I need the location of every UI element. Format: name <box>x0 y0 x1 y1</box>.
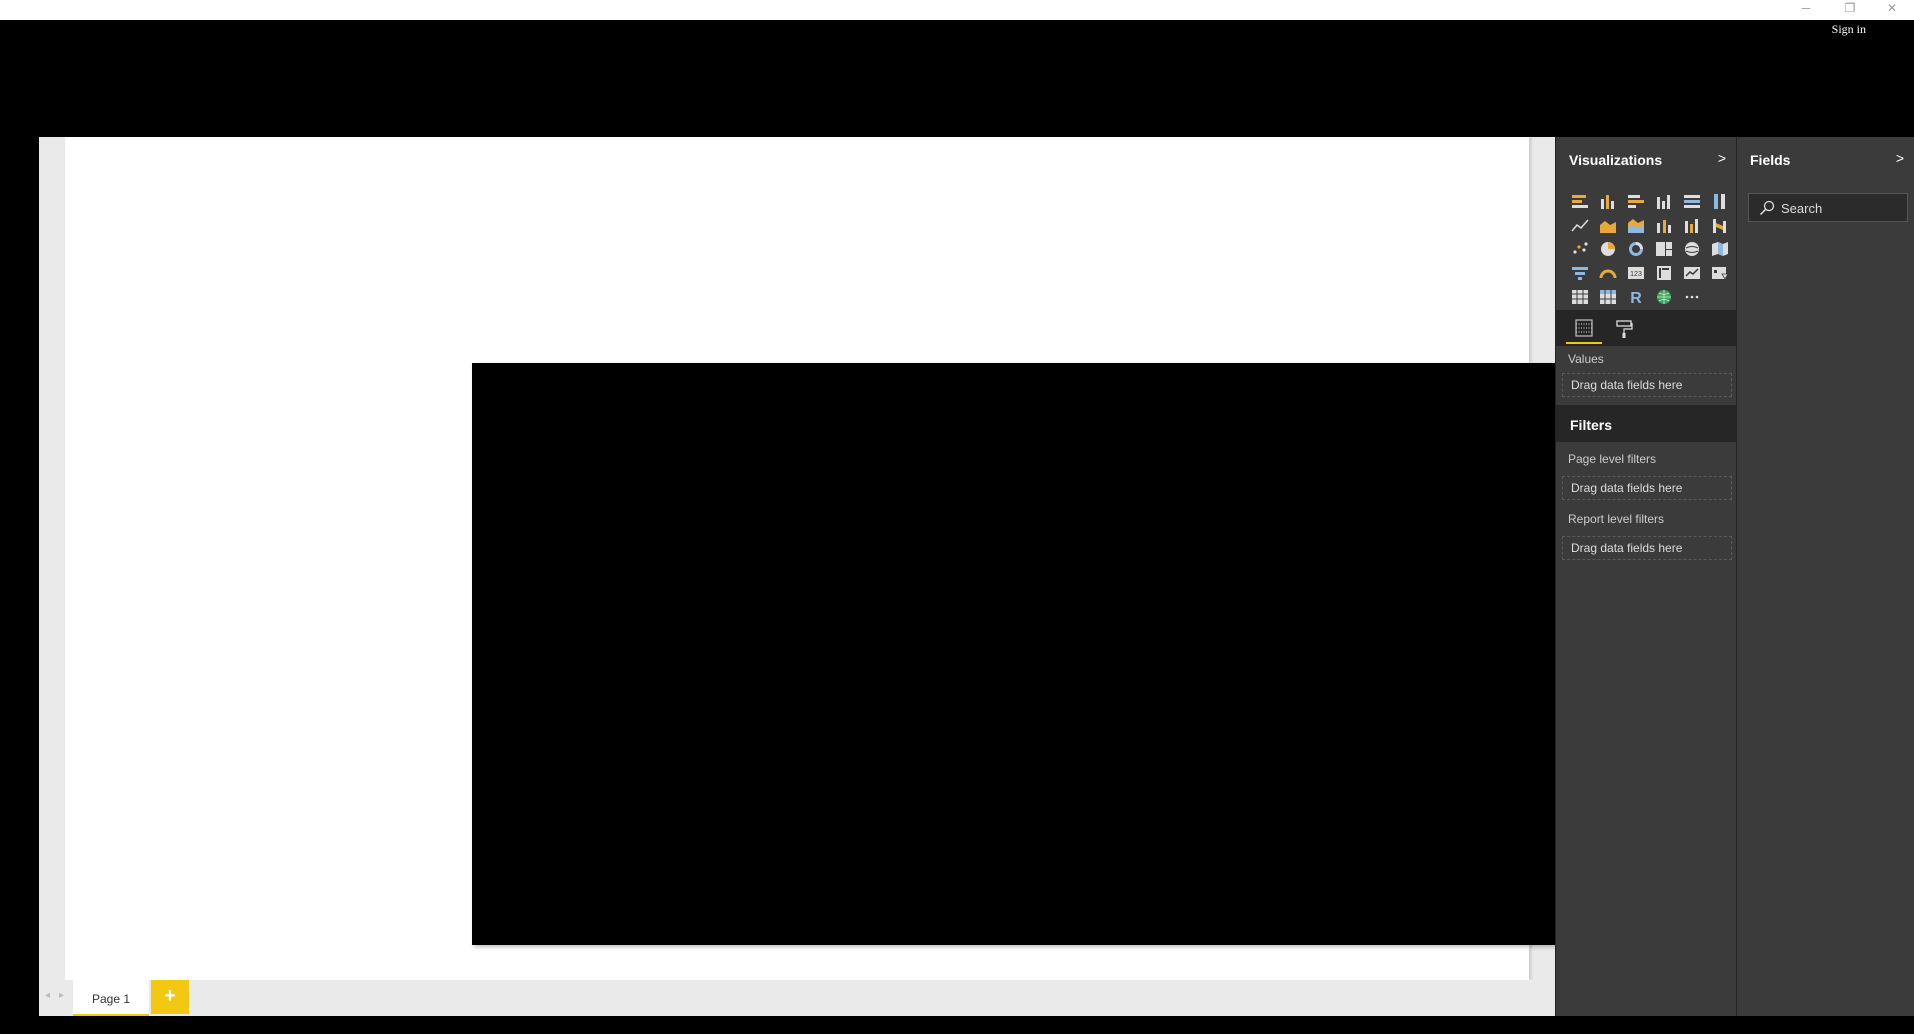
funnel-icon[interactable] <box>1566 261 1594 285</box>
globe-icon[interactable] <box>1650 285 1678 309</box>
svg-text:R: R <box>1630 290 1642 306</box>
100-stacked-column-chart-icon[interactable] <box>1706 189 1734 213</box>
visualizations-pane: Visualizations > 123 R Values Drag data … <box>1555 137 1736 1016</box>
ribbon-chart-icon[interactable] <box>1706 213 1734 237</box>
scatter-chart-icon[interactable] <box>1566 237 1594 261</box>
donut-chart-icon[interactable] <box>1622 237 1650 261</box>
filters-title: Filters <box>1570 417 1613 433</box>
stacked-area-chart-icon[interactable] <box>1622 213 1650 237</box>
fields-pane: Fields > <box>1736 137 1914 1016</box>
page-tab[interactable]: Page 1 <box>73 980 149 1016</box>
slicer-icon[interactable] <box>1706 261 1734 285</box>
more-visuals-icon[interactable] <box>1678 285 1706 309</box>
report-visual[interactable] <box>472 363 1572 945</box>
add-page-button[interactable]: + <box>151 980 189 1014</box>
multi-row-card-icon[interactable] <box>1650 261 1678 285</box>
matrix-icon[interactable] <box>1594 285 1622 309</box>
visualization-gallery: 123 R <box>1566 189 1736 309</box>
search-icon <box>1759 200 1775 221</box>
fields-search-box[interactable] <box>1748 193 1908 222</box>
sign-in-link[interactable]: Sign in <box>1832 22 1866 37</box>
clustered-bar-chart-icon[interactable] <box>1622 189 1650 213</box>
close-button[interactable]: ✕ <box>1872 0 1912 18</box>
report-page[interactable] <box>65 137 1572 980</box>
svg-text:123: 123 <box>1630 271 1642 278</box>
line-and-clustered-column-chart-icon[interactable] <box>1678 213 1706 237</box>
report-level-filters-drop-zone[interactable]: Drag data fields here <box>1562 536 1732 560</box>
page-level-filters-drop-zone[interactable]: Drag data fields here <box>1562 476 1732 500</box>
minimize-button[interactable]: ─ <box>1786 0 1826 18</box>
filled-map-icon[interactable] <box>1706 237 1734 261</box>
collapse-visualizations-icon[interactable]: > <box>1718 150 1726 166</box>
fields-tab-icon[interactable] <box>1566 314 1602 344</box>
line-and-stacked-column-chart-icon[interactable] <box>1650 213 1678 237</box>
filters-header: Filters <box>1556 405 1736 442</box>
fields-search-input[interactable] <box>1781 198 1901 218</box>
page-tab-bar: ◂ ▸ Page 1 + <box>39 980 1555 1016</box>
format-paint-roller-icon[interactable] <box>1606 314 1642 344</box>
page-level-filters-label: Page level filters <box>1568 452 1657 466</box>
report-level-filters-label: Report level filters <box>1568 512 1665 526</box>
r-script-visual-icon[interactable]: R <box>1622 285 1650 309</box>
pie-chart-icon[interactable] <box>1594 237 1622 261</box>
power-bi-window: ─ ❐ ✕ Sign in ◂ ▸ Page 1 + Visualization… <box>0 0 1914 1034</box>
area-chart-icon[interactable] <box>1594 213 1622 237</box>
gauge-icon[interactable] <box>1594 261 1622 285</box>
visualization-tool-tabs <box>1556 310 1736 346</box>
card-icon[interactable]: 123 <box>1622 261 1650 285</box>
restore-button[interactable]: ❐ <box>1830 0 1870 18</box>
title-bar: ─ ❐ ✕ <box>0 0 1914 20</box>
fields-title: Fields <box>1750 152 1791 168</box>
clustered-column-chart-icon[interactable] <box>1650 189 1678 213</box>
prev-page-arrow[interactable]: ◂ <box>45 990 50 1001</box>
visualizations-title: Visualizations <box>1569 152 1663 168</box>
values-label: Values <box>1568 352 1604 366</box>
line-chart-icon[interactable] <box>1566 213 1594 237</box>
collapse-fields-icon[interactable]: > <box>1896 150 1904 166</box>
treemap-icon[interactable] <box>1650 237 1678 261</box>
stacked-bar-chart-icon[interactable] <box>1566 189 1594 213</box>
kpi-icon[interactable] <box>1678 261 1706 285</box>
100-stacked-bar-chart-icon[interactable] <box>1678 189 1706 213</box>
next-page-arrow[interactable]: ▸ <box>59 990 64 1001</box>
map-icon[interactable] <box>1678 237 1706 261</box>
table-icon[interactable] <box>1566 285 1594 309</box>
stacked-column-chart-icon[interactable] <box>1594 189 1622 213</box>
values-drop-zone[interactable]: Drag data fields here <box>1562 373 1732 397</box>
